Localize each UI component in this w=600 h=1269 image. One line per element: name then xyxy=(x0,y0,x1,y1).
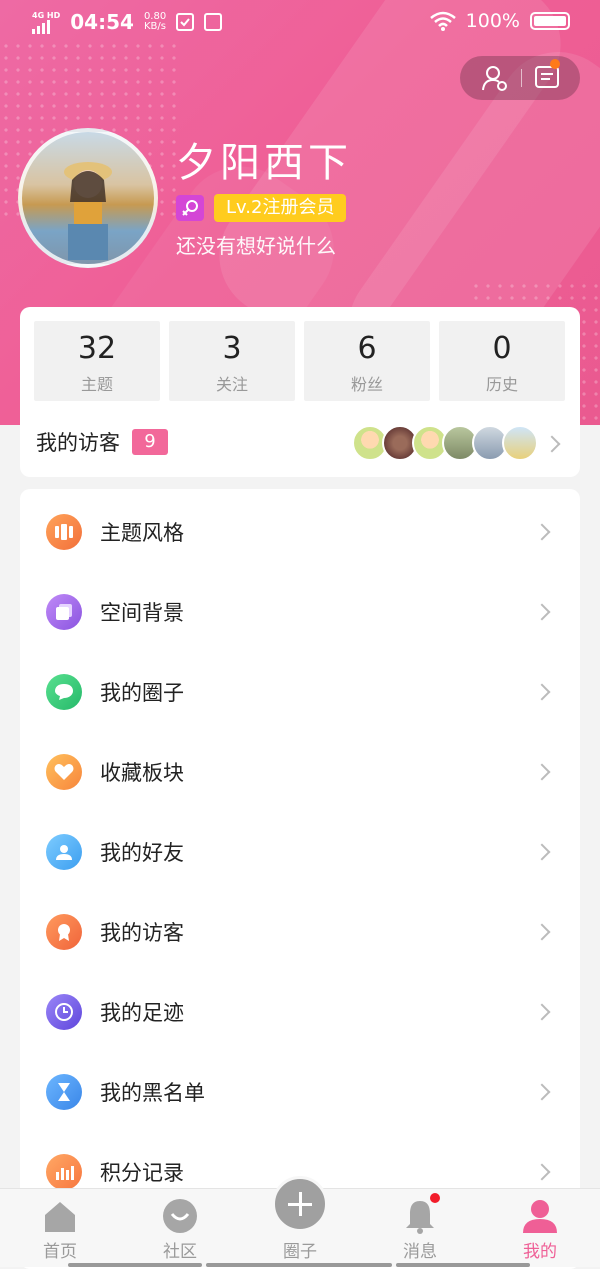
visitor-avatars[interactable] xyxy=(352,425,538,461)
stat-value: 32 xyxy=(77,331,117,366)
chevron-right-icon xyxy=(533,923,551,941)
menu-label: 积分记录 xyxy=(100,1161,184,1185)
net-speed-unit: KB/s xyxy=(143,21,166,32)
tab-home[interactable]: 首页 xyxy=(0,1189,120,1268)
battery-icon xyxy=(530,12,570,30)
heart-icon xyxy=(46,754,82,790)
chevron-right-icon xyxy=(533,603,551,621)
user-name: 夕阳西下 xyxy=(176,140,352,186)
plus-icon[interactable] xyxy=(272,1176,328,1232)
stat-value: 3 xyxy=(222,331,242,366)
stats-card: 32 主题 3 关注 6 粉丝 0 历史 我的访客 9 xyxy=(20,307,580,477)
signal-icon xyxy=(32,19,50,34)
chevron-right-icon xyxy=(533,763,551,781)
menu-item-theme[interactable]: 主题风格 xyxy=(20,492,580,572)
stat-following[interactable]: 3 关注 xyxy=(169,321,295,401)
level-badge: Lv.2注册会员 xyxy=(214,194,347,222)
visitors-row[interactable]: 我的访客 9 xyxy=(36,427,168,457)
user-icon xyxy=(523,1200,557,1233)
chevron-right-icon xyxy=(533,1003,551,1021)
chevron-right-icon xyxy=(533,683,551,701)
battery-percent: 100% xyxy=(465,10,520,32)
tab-label: 社区 xyxy=(163,1242,197,1262)
status-bar: 4G HD 04:54 0.80 KB/s 100% xyxy=(0,0,600,46)
person-icon xyxy=(46,834,82,870)
stat-label: 关注 xyxy=(215,375,248,394)
avatar[interactable] xyxy=(18,128,158,268)
user-signature[interactable]: 还没有想好说什么 xyxy=(176,230,336,259)
visitors-label: 我的访客 xyxy=(36,431,120,455)
stat-value: 0 xyxy=(492,331,512,366)
chevron-right-icon xyxy=(543,435,561,453)
hourglass-icon xyxy=(46,1074,82,1110)
female-gender-icon xyxy=(176,195,204,221)
stat-topics[interactable]: 32 主题 xyxy=(34,321,160,401)
chevron-right-icon xyxy=(533,1163,551,1181)
gesture-bar xyxy=(68,1263,202,1267)
tab-messages[interactable]: 消息 xyxy=(360,1189,480,1268)
chevron-right-icon xyxy=(533,1083,551,1101)
community-icon xyxy=(163,1199,197,1233)
menu-item-circles[interactable]: 我的圈子 xyxy=(20,652,580,732)
stat-label: 主题 xyxy=(80,375,113,394)
stat-label: 粉丝 xyxy=(350,375,383,394)
visitor-count-badge: 9 xyxy=(132,429,168,455)
badge-icon xyxy=(46,914,82,950)
user-settings-icon[interactable] xyxy=(480,63,510,93)
stat-label: 历史 xyxy=(485,375,518,394)
menu-label: 我的黑名单 xyxy=(100,1081,205,1105)
menu-label: 空间背景 xyxy=(100,601,184,625)
menu-item-background[interactable]: 空间背景 xyxy=(20,572,580,652)
background-icon xyxy=(46,594,82,630)
tab-community[interactable]: 社区 xyxy=(120,1189,240,1268)
menu-item-friends[interactable]: 我的好友 xyxy=(20,812,580,892)
chevron-right-icon xyxy=(533,843,551,861)
clock-icon xyxy=(46,994,82,1030)
home-icon xyxy=(45,1202,75,1232)
check-notification-icon xyxy=(176,13,195,31)
new-message-dot xyxy=(550,59,560,69)
gesture-bar xyxy=(206,1263,392,1267)
bar-chart-icon xyxy=(46,1154,82,1190)
clock: 04:54 xyxy=(70,10,134,34)
menu-item-blacklist[interactable]: 我的黑名单 xyxy=(20,1052,580,1132)
divider xyxy=(520,69,522,87)
menu-item-footprints[interactable]: 我的足迹 xyxy=(20,972,580,1052)
tab-label: 圈子 xyxy=(283,1242,317,1262)
menu-label: 我的圈子 xyxy=(100,681,184,705)
stat-history[interactable]: 0 历史 xyxy=(439,321,565,401)
network-type: 4G HD xyxy=(32,10,61,20)
menu-label: 我的足迹 xyxy=(100,1001,184,1025)
tab-label: 消息 xyxy=(403,1242,437,1262)
app-notification-icon xyxy=(204,13,223,31)
chat-bubble-icon xyxy=(46,674,82,710)
menu-label: 我的好友 xyxy=(100,841,184,865)
menu-card: 主题风格 空间背景 我的圈子 收藏板块 我的好友 我的访客 我的足迹 我的黑名单… xyxy=(20,489,580,1269)
gesture-bar xyxy=(396,1263,530,1267)
tab-label: 首页 xyxy=(43,1242,77,1262)
tab-me[interactable]: 我的 xyxy=(480,1189,600,1268)
unread-dot xyxy=(430,1193,440,1203)
stat-fans[interactable]: 6 粉丝 xyxy=(304,321,430,401)
menu-label: 我的访客 xyxy=(100,921,184,945)
visitor-avatar xyxy=(502,425,538,461)
menu-item-visitors[interactable]: 我的访客 xyxy=(20,892,580,972)
theme-icon xyxy=(46,514,82,550)
menu-label: 主题风格 xyxy=(100,521,184,545)
stat-value: 6 xyxy=(357,331,377,366)
wifi-icon xyxy=(429,11,456,31)
tab-label: 我的 xyxy=(523,1242,557,1262)
menu-label: 收藏板块 xyxy=(100,761,184,785)
menu-item-favorites[interactable]: 收藏板块 xyxy=(20,732,580,812)
header-actions xyxy=(460,56,580,100)
chevron-right-icon xyxy=(533,523,551,541)
